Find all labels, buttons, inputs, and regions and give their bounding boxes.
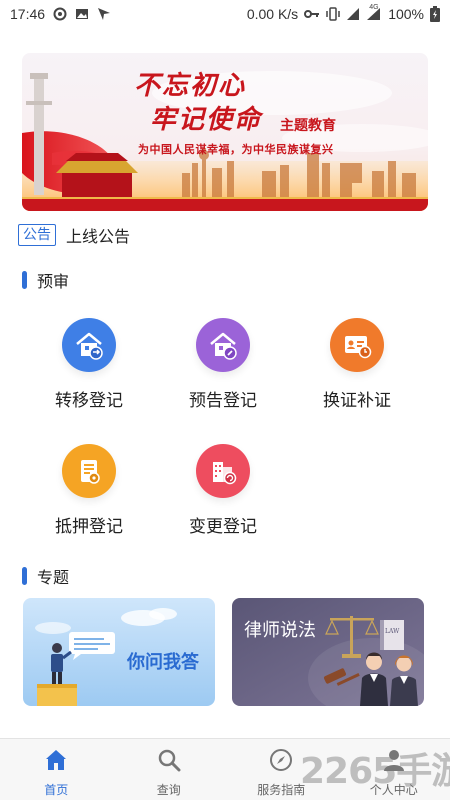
section-label: 专题 xyxy=(37,568,70,587)
notice-bar[interactable]: 公告 上线公告 xyxy=(18,222,130,248)
nav-label: 首页 xyxy=(44,783,69,797)
person-icon xyxy=(381,747,407,777)
banner[interactable]: 不忘初心 牢记使命 主题教育 为中国人民谋幸福，为中华民族谋复兴 xyxy=(22,53,428,211)
house-notice-icon xyxy=(196,318,250,372)
topic-card-qa[interactable]: 你问我答 xyxy=(23,598,215,706)
nav-service-guide[interactable]: 服务指南 xyxy=(225,739,338,800)
notice-tag: 公告 xyxy=(18,224,56,246)
nav-personal-center[interactable]: 个人中心 xyxy=(338,739,450,800)
building-change-icon xyxy=(196,444,250,498)
service-label: 转移登记 xyxy=(55,391,123,411)
bottom-navigation: 首页 查询 服务指南 个人中心 xyxy=(0,738,450,800)
service-transfer-registration[interactable]: 转移登记 xyxy=(29,318,149,411)
banner-title-line2: 牢记使命 xyxy=(150,105,263,135)
topic-card-lawyer[interactable]: 律师说法 LAW xyxy=(232,598,424,706)
section-label: 预审 xyxy=(37,272,70,291)
status-time: 17:46 xyxy=(10,6,46,22)
signal-4g-icon: 4G xyxy=(366,4,382,21)
battery-icon xyxy=(430,6,440,22)
status-bar: 17:46 0.00 K/s 4G 100% xyxy=(0,0,450,28)
status-net-speed: 0.00 K/s xyxy=(246,6,299,22)
lawyer-illustration xyxy=(232,598,424,706)
service-label: 预告登记 xyxy=(189,391,257,411)
banner-slogan: 为中国人民谋幸福，为中华民族谋复兴 xyxy=(138,143,334,156)
nav-label: 服务指南 xyxy=(257,783,306,797)
network-type: 4G xyxy=(369,4,379,11)
banner-theme: 主题教育 xyxy=(280,118,336,134)
app-notification-icon xyxy=(53,7,67,21)
section-title-pretrial: 预审 xyxy=(22,268,69,292)
battery-level: 100% xyxy=(388,6,424,22)
service-change-registration[interactable]: 变更登记 xyxy=(163,444,283,537)
banner-title-line1: 不忘初心 xyxy=(134,71,247,101)
service-advance-notice-registration[interactable]: 预告登记 xyxy=(163,318,283,411)
nav-query[interactable]: 查询 xyxy=(113,739,226,800)
topic-label: 你问我答 xyxy=(127,652,199,673)
nav-label: 个人中心 xyxy=(369,783,418,797)
section-marker xyxy=(22,271,27,289)
notice-text[interactable]: 上线公告 xyxy=(66,223,130,247)
section-marker xyxy=(22,567,27,585)
send-icon xyxy=(97,7,111,21)
key-icon xyxy=(304,9,320,19)
vibrate-icon xyxy=(326,7,340,21)
service-label: 抵押登记 xyxy=(55,517,123,537)
certificate-icon xyxy=(330,318,384,372)
search-icon xyxy=(156,747,182,777)
compass-icon xyxy=(268,747,294,777)
topic-label: 律师说法 xyxy=(244,620,316,641)
service-mortgage-registration[interactable]: 抵押登记 xyxy=(29,444,149,537)
service-label: 变更登记 xyxy=(189,517,257,537)
nav-label: 查询 xyxy=(156,783,181,797)
signal-icon xyxy=(346,7,360,21)
law-book-label: LAW xyxy=(385,628,400,635)
image-icon xyxy=(75,7,89,21)
nav-home[interactable]: 首页 xyxy=(0,739,113,800)
section-title-topics: 专题 xyxy=(22,564,69,588)
service-label: 换证补证 xyxy=(323,391,391,411)
house-transfer-icon xyxy=(62,318,116,372)
service-certificate-replacement[interactable]: 换证补证 xyxy=(297,318,417,411)
home-icon xyxy=(43,747,69,777)
mortgage-document-icon xyxy=(62,444,116,498)
